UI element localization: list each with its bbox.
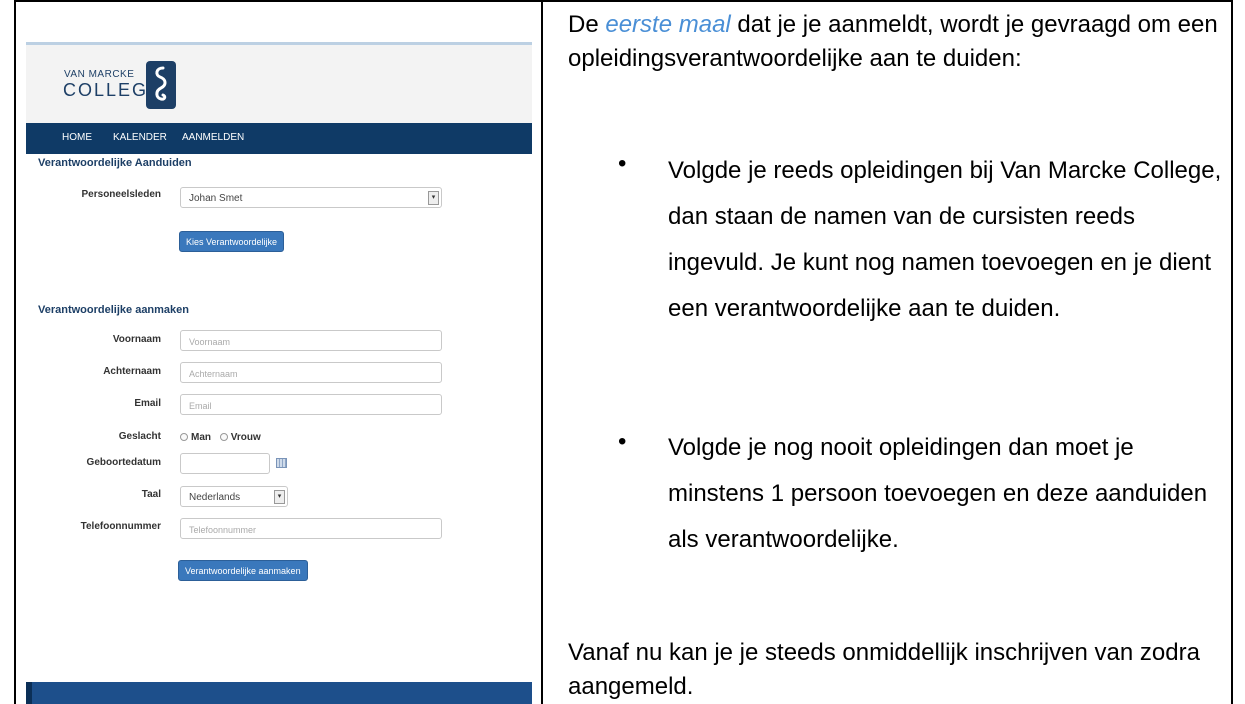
section-title-aanduiden: Verantwoordelijke Aanduiden [38,157,192,169]
label-email: Email [134,398,161,409]
label-voornaam: Voornaam [112,334,161,345]
site-footer [26,682,532,704]
section-title-aanmaken: Verantwoordelijke aanmaken [38,304,190,316]
radio-man-label: Man [191,432,211,443]
geslacht-radio-group: Man Vrouw [180,432,261,443]
chevron-down-icon: ▾ [428,191,439,205]
label-personeelsleden: Personeelsleden [81,189,161,200]
radio-man[interactable] [180,433,188,441]
bullet-item-2: Volgde je nog nooit opleidingen dan moet… [668,434,1208,553]
bullet-item-1: Volgde je reeds opleidingen bij Van Marc… [668,157,1222,322]
radio-vrouw-label: Vrouw [230,432,261,443]
taal-select[interactable]: Nederlands ▾ [180,486,288,507]
label-telefoonnummer: Telefoonnummer [80,521,161,532]
telefoonnummer-input[interactable]: Telefoonnummer [180,518,442,539]
label-taal: Taal [141,489,161,500]
column-divider [541,0,543,704]
verantwoordelijke-aanmaken-button[interactable]: Verantwoordelijke aanmaken [178,560,308,581]
chevron-down-icon: ▾ [274,490,285,504]
voornaam-input[interactable]: Voornaam [180,330,442,351]
achternaam-input[interactable]: Achternaam [180,362,442,383]
label-achternaam: Achternaam [103,366,161,377]
taal-value: Nederlands [189,492,241,503]
site-header: VAN MARCKE COLLEGE [26,45,532,123]
bullet-icon: • [618,150,627,177]
geboortedatum-input[interactable] [180,453,270,474]
seahorse-logo-icon [146,61,176,109]
nav-home[interactable]: HOME [62,132,92,143]
personeelsleden-select[interactable]: Johan Smet ▾ [180,187,442,208]
site-footer-edge [26,682,32,704]
label-geslacht: Geslacht [118,431,161,442]
bullet-icon: • [618,428,627,455]
personeelsleden-value: Johan Smet [189,193,243,204]
intro-prefix: De [568,11,599,38]
logo-top-text: VAN MARCKE [64,69,135,80]
site-nav-bar: HOME KALENDER AANMELDEN [26,123,532,154]
outro-paragraph: Vanaf nu kan je je steeds onmiddellijk i… [568,639,1200,700]
nav-kalender[interactable]: KALENDER [113,132,167,143]
intro-emphasis: eerste maal [605,11,731,38]
radio-vrouw[interactable] [219,433,228,441]
website-screenshot: VAN MARCKE COLLEGE HOME KALENDER AANMELD… [26,42,532,704]
nav-aanmelden[interactable]: AANMELDEN [182,132,244,143]
kies-verantwoordelijke-button[interactable]: Kies Verantwoordelijke [179,231,285,252]
label-geboortedatum: Geboortedatum [86,457,161,468]
email-input[interactable]: Email [180,394,442,415]
intro-paragraph: De eerste maal dat je je aanmeldt, wordt… [568,8,1218,76]
calendar-icon[interactable] [276,458,287,468]
